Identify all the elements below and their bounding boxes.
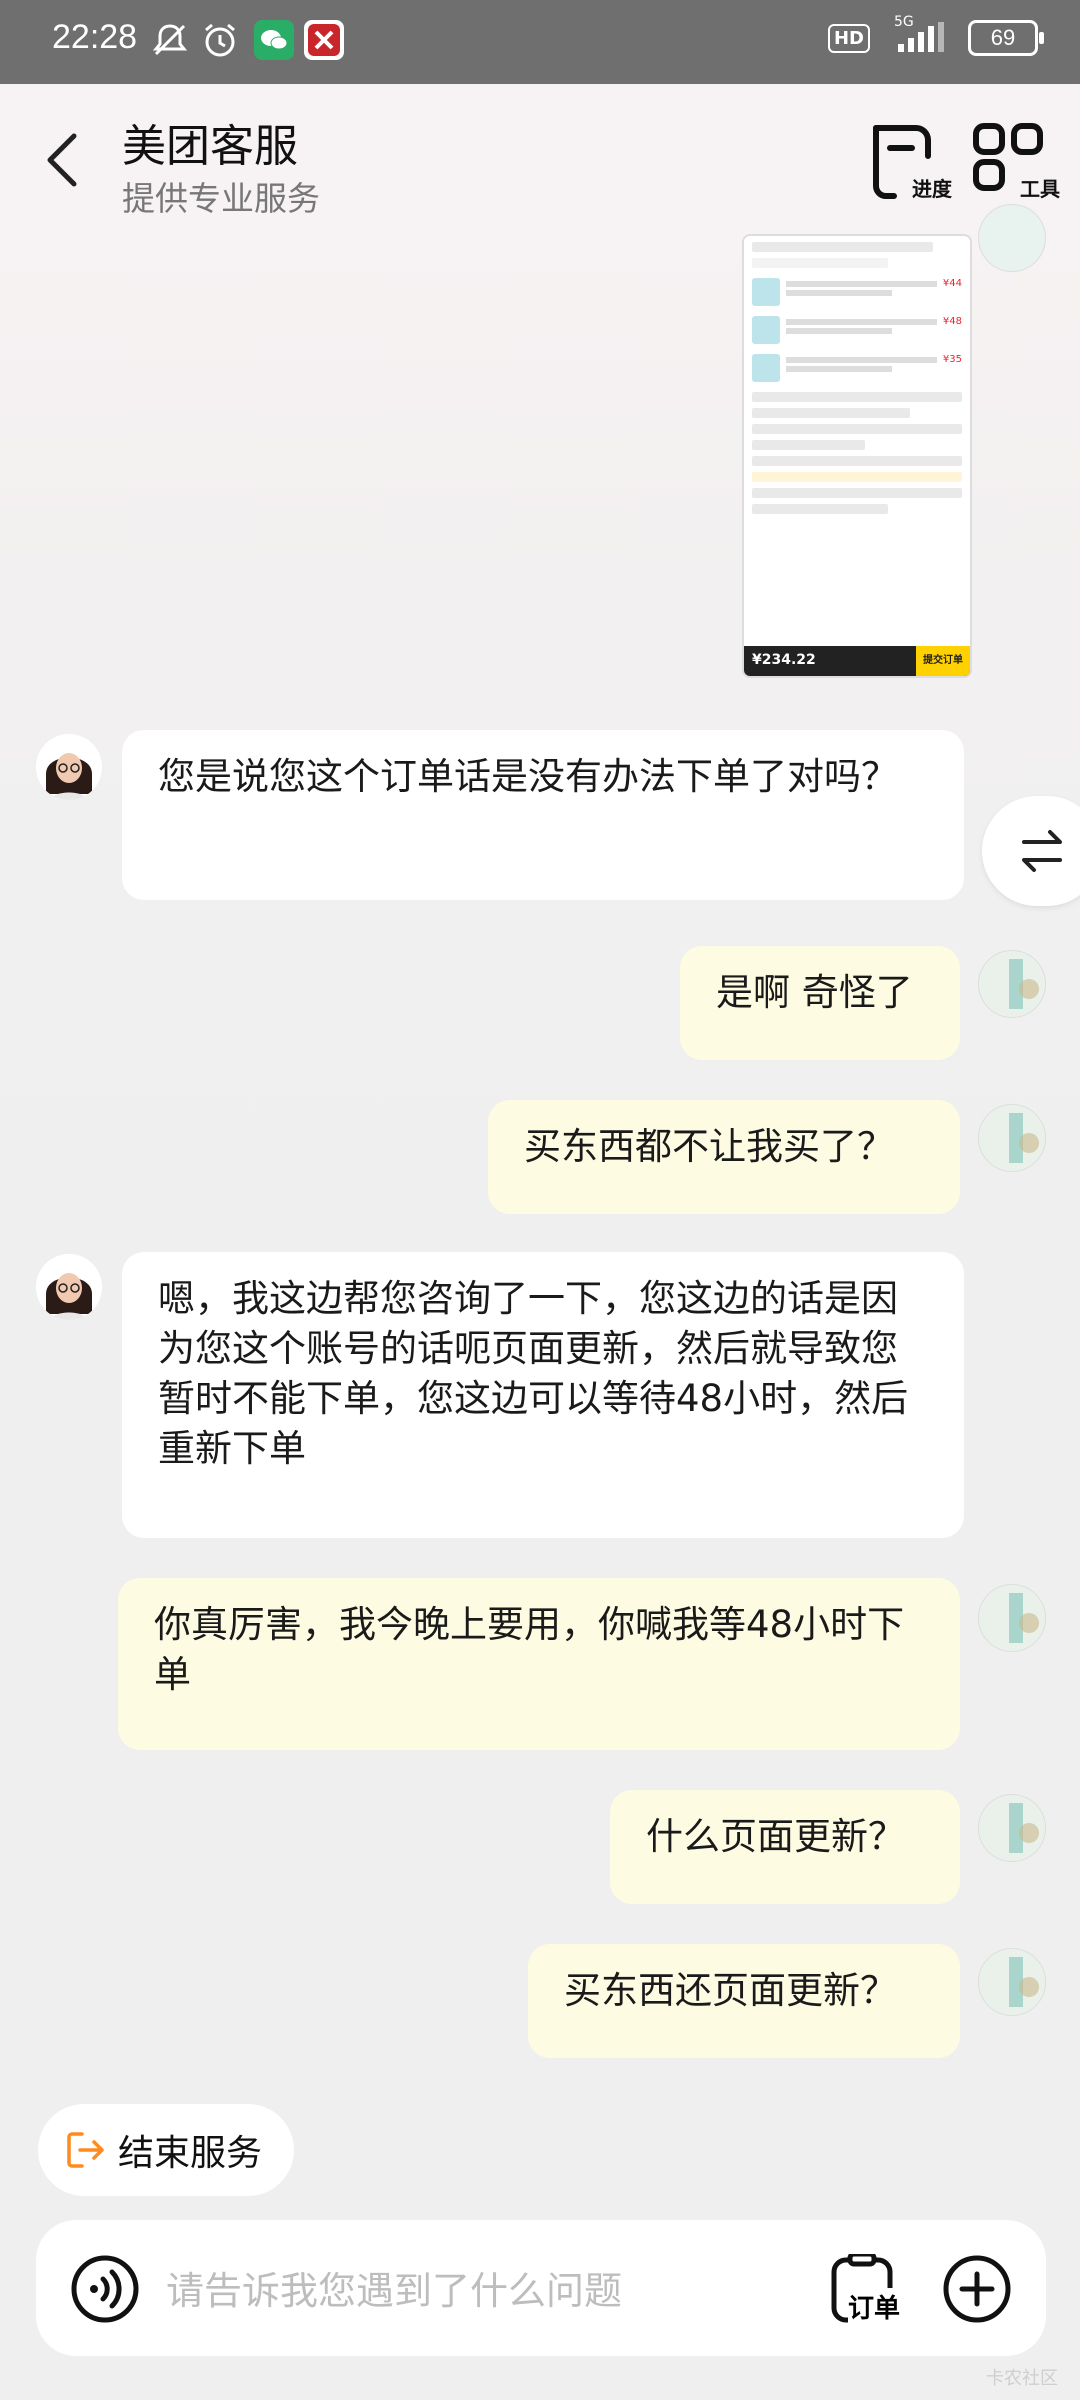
user-avatar[interactable] [978, 1104, 1046, 1172]
user-avatar[interactable] [978, 950, 1046, 1018]
order-total: ¥234.22 [752, 652, 816, 668]
mute-bell-icon [152, 24, 188, 56]
progress-label: 进度 [912, 177, 952, 201]
message-bubble-user: 买东西都不让我买了？ [488, 1100, 960, 1214]
message-bubble-user: 是啊 奇怪了 [680, 946, 960, 1060]
end-service-button[interactable]: 结束服务 [38, 2104, 294, 2196]
status-time: 22:28 [52, 18, 138, 56]
page-title: 美团客服 [122, 121, 298, 172]
user-avatar[interactable] [978, 204, 1046, 272]
switch-floating-button[interactable] [982, 796, 1080, 906]
order-screenshot-image[interactable]: ¥44 ¥48 ¥35 ¥234.22 提交订单 [742, 234, 972, 678]
chat-area[interactable]: ¥44 ¥48 ¥35 ¥234.22 提交订单 您是说您这个订单话是没有办法下… [0, 204, 1080, 2084]
voice-input-button[interactable] [70, 2254, 140, 2324]
exit-icon [67, 2132, 104, 2168]
user-avatar[interactable] [978, 1948, 1046, 2016]
submit-order-label: 提交订单 [916, 646, 970, 676]
end-service-label: 结束服务 [118, 2133, 263, 2174]
order-total-bar: ¥234.22 提交订单 [744, 646, 970, 676]
alarm-icon [205, 23, 235, 57]
signal-icon: 5G [884, 14, 954, 56]
app-notification-icon [304, 20, 344, 60]
swap-arrows-icon [1022, 830, 1062, 872]
agent-avatar[interactable] [36, 734, 102, 800]
user-avatar[interactable] [978, 1794, 1046, 1862]
progress-button[interactable]: 进度 [862, 118, 952, 208]
message-bubble-user: 你真厉害，我今晚上要用，你喊我等48小时下单 [118, 1578, 960, 1750]
message-input[interactable]: 请告诉我您遇到了什么问题 [166, 2260, 622, 2315]
message-bubble-agent: 您是说您这个订单话是没有办法下单了对吗？ [122, 730, 964, 900]
chat-header: 美团客服 提供专业服务 进度 工具 [0, 84, 1080, 234]
message-bubble-agent: 嗯，我这边帮您咨询了一下，您这边的话是因为您这个账号的话呃页面更新，然后就导致您… [122, 1252, 964, 1538]
plus-icon [943, 2255, 1011, 2323]
order-label: 订单 [848, 2288, 901, 2325]
message-input-bar: 请告诉我您遇到了什么问题 订单 [36, 2220, 1046, 2356]
wechat-icon [254, 20, 294, 60]
tools-button[interactable]: 工具 [970, 118, 1060, 208]
user-avatar[interactable] [978, 1584, 1046, 1652]
watermark-text: 卡农社区 [986, 2368, 1058, 2389]
back-arrow-icon[interactable] [38, 130, 88, 190]
agent-avatar[interactable] [36, 1254, 102, 1320]
message-bubble-user: 什么页面更新？ [610, 1790, 960, 1904]
page-subtitle: 提供专业服务 [122, 179, 320, 218]
tools-label: 工具 [1020, 177, 1060, 201]
status-bar: 22:28 HD 5G 69 [0, 0, 1080, 84]
battery-indicator: 69 [968, 20, 1044, 56]
status-right: HD 5G 69 [827, 14, 1044, 56]
message-bubble-user: 买东西还页面更新？ [528, 1944, 960, 2058]
add-more-button[interactable] [942, 2254, 1012, 2324]
voice-icon [71, 2255, 139, 2323]
order-button[interactable]: 订单 [826, 2251, 916, 2325]
hd-badge: HD [827, 23, 870, 53]
